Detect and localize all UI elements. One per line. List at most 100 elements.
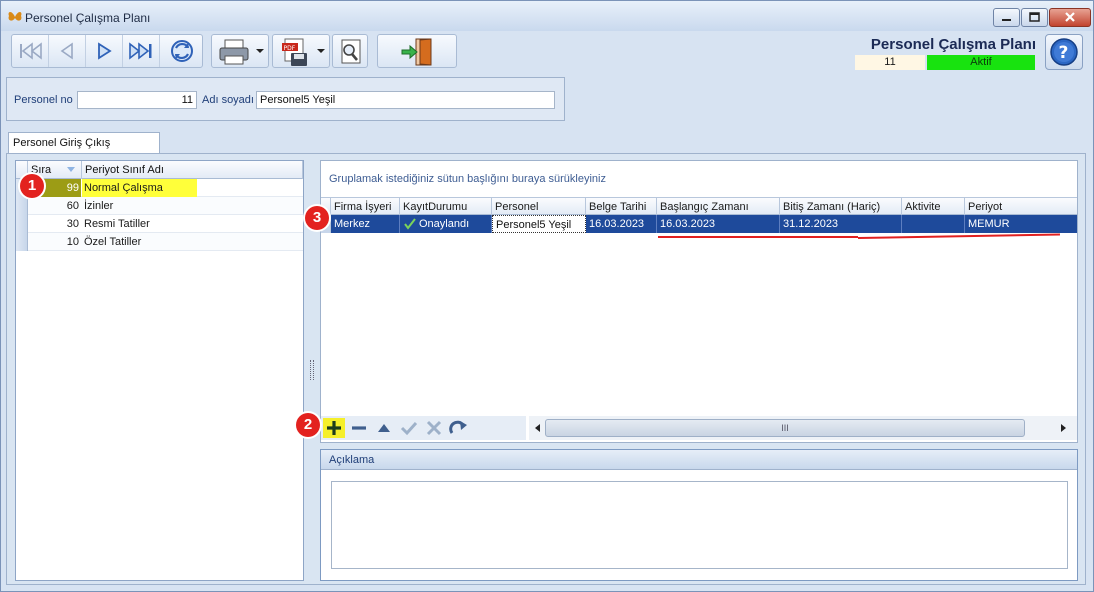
table-row[interactable]: 10 Özel Tatiller bbox=[16, 233, 303, 251]
redo-button[interactable] bbox=[448, 418, 470, 438]
panel-splitter[interactable] bbox=[310, 360, 314, 380]
baslangic-cell: 16.03.2023 bbox=[657, 215, 780, 233]
record-count: 11 bbox=[855, 55, 925, 70]
add-icon bbox=[327, 421, 341, 435]
column-header-periyot-sinif-adi[interactable]: Periyot Sınıf Adı bbox=[82, 161, 303, 179]
firma-cell: Merkez bbox=[331, 215, 400, 233]
scroll-left-icon bbox=[535, 424, 540, 432]
grid-navigator: III bbox=[321, 414, 1077, 442]
column-header-firma[interactable]: Firma İşyeri bbox=[331, 198, 400, 216]
personel-cell[interactable]: Personel5 Yeşil bbox=[492, 215, 586, 233]
scroll-right-icon bbox=[1061, 424, 1066, 432]
horizontal-scrollbar[interactable]: III bbox=[529, 416, 1077, 440]
periyot-cell: MEMUR bbox=[968, 218, 1010, 230]
minimize-button[interactable] bbox=[993, 8, 1020, 27]
pdf-export-icon: PDF bbox=[282, 38, 307, 66]
sira-cell: 60 bbox=[66, 200, 79, 212]
personel-no-field[interactable]: 11 bbox=[77, 91, 197, 109]
column-header-aktivite[interactable]: Aktivite bbox=[902, 198, 965, 216]
main-window: Personel Çalışma Planı PDF Personel Çalı… bbox=[0, 0, 1094, 592]
tab-personel-giris-cikis[interactable]: Personel Giriş Çıkış Hareketleri bbox=[8, 132, 160, 169]
exit-button[interactable] bbox=[377, 34, 457, 68]
column-header-bitis[interactable]: Bitiş Zamanı (Hariç) bbox=[780, 198, 902, 216]
personel-panel: Personel no 11 Adı soyadı Personel5 Yeşi… bbox=[6, 77, 565, 121]
previous-record-icon bbox=[60, 42, 73, 60]
cancel-button[interactable] bbox=[423, 418, 445, 438]
column-header-belge-tarihi[interactable]: Belge Tarihi bbox=[586, 198, 657, 216]
next-record-button[interactable] bbox=[86, 35, 123, 67]
table-row[interactable]: 99 Normal Çalışma bbox=[16, 179, 303, 197]
belge-tarihi-cell: 16.03.2023 bbox=[586, 215, 657, 233]
printer-icon bbox=[219, 39, 249, 65]
close-icon bbox=[1065, 12, 1075, 22]
annotation-underline bbox=[658, 236, 858, 238]
record-navigation-toolbar bbox=[11, 34, 203, 68]
name-field[interactable]: Personel5 Yeşil bbox=[256, 91, 555, 109]
hareket-grid: Gruplamak istediğiniz sütun başlığını bu… bbox=[320, 160, 1078, 443]
butterfly-app-icon bbox=[8, 12, 22, 21]
periyot-name-cell: İzinler bbox=[84, 200, 114, 212]
cancel-icon bbox=[426, 420, 442, 436]
confirm-button[interactable] bbox=[398, 418, 420, 438]
table-row[interactable]: 60 İzinler bbox=[16, 197, 303, 215]
column-header-kayit-durumu[interactable]: KayıtDurumu bbox=[400, 198, 492, 216]
periyot-name-cell: Özel Tatiller bbox=[84, 236, 142, 248]
previous-record-button[interactable] bbox=[49, 35, 86, 67]
svg-text:PDF: PDF bbox=[284, 45, 296, 52]
window-title: Personel Çalışma Planı bbox=[25, 11, 151, 25]
svg-text:?: ? bbox=[1059, 43, 1069, 63]
column-header-periyot[interactable]: Periyot bbox=[965, 198, 1077, 216]
hareket-grid-header: Firma İşyeri KayıtDurumu Personel Belge … bbox=[321, 197, 1077, 216]
move-up-button[interactable] bbox=[373, 418, 395, 438]
table-row[interactable]: Merkez Onaylandı Personel5 Yeşil 16.03.2… bbox=[321, 215, 1077, 233]
maximize-icon bbox=[1029, 12, 1040, 22]
minimize-icon bbox=[1002, 19, 1011, 21]
periyot-name-cell: Normal Çalışma bbox=[82, 179, 197, 197]
sira-cell: 10 bbox=[66, 236, 79, 248]
group-panel-hint[interactable]: Gruplamak istediğiniz sütun başlığını bu… bbox=[329, 173, 606, 185]
delete-button[interactable] bbox=[348, 418, 370, 438]
column-header-personel[interactable]: Personel bbox=[492, 198, 586, 216]
kayit-durumu-cell: Onaylandı bbox=[400, 215, 492, 233]
print-button[interactable] bbox=[211, 34, 269, 68]
first-record-button[interactable] bbox=[12, 35, 49, 67]
refresh-icon bbox=[170, 40, 193, 62]
print-preview-icon bbox=[341, 39, 361, 64]
add-button[interactable] bbox=[323, 418, 345, 438]
move-up-icon bbox=[378, 424, 390, 432]
row-indicator bbox=[16, 233, 28, 251]
periyot-grid: Sıra Periyot Sınıf Adı 99 Normal Çalışma… bbox=[15, 160, 304, 581]
aciklama-header: Açıklama bbox=[321, 450, 1077, 470]
scrollbar-thumb[interactable]: III bbox=[545, 419, 1025, 437]
refresh-button[interactable] bbox=[160, 35, 203, 67]
name-label: Adı soyadı bbox=[202, 94, 254, 106]
column-header-baslangic[interactable]: Başlangıç Zamanı bbox=[657, 198, 780, 216]
aciklama-textarea[interactable] bbox=[331, 481, 1068, 569]
maximize-button[interactable] bbox=[1021, 8, 1048, 27]
aktivite-cell bbox=[902, 215, 965, 233]
periyot-name-cell: Resmi Tatiller bbox=[84, 218, 150, 230]
print-preview-button[interactable] bbox=[332, 34, 368, 68]
sira-cell: 30 bbox=[66, 218, 79, 230]
annotation-badge-3: 3 bbox=[305, 206, 329, 230]
bitis-cell: 31.12.2023 bbox=[780, 215, 902, 233]
exit-door-icon bbox=[401, 38, 432, 66]
pdf-export-button[interactable]: PDF bbox=[272, 34, 330, 68]
row-indicator bbox=[16, 197, 28, 215]
close-button[interactable] bbox=[1049, 8, 1091, 27]
chevron-down-icon bbox=[317, 49, 325, 53]
sort-descending-icon bbox=[67, 167, 75, 172]
kayit-durumu-value: Onaylandı bbox=[419, 218, 470, 230]
status-badge: Aktif bbox=[927, 55, 1035, 70]
table-row[interactable]: 30 Resmi Tatiller bbox=[16, 215, 303, 233]
first-record-icon bbox=[20, 42, 42, 60]
help-icon: ? bbox=[1050, 38, 1078, 66]
confirm-icon bbox=[400, 421, 418, 436]
annotation-badge-2: 2 bbox=[296, 413, 320, 437]
row-indicator bbox=[16, 215, 28, 233]
last-record-button[interactable] bbox=[123, 35, 160, 67]
next-record-icon bbox=[98, 42, 112, 60]
form-title: Personel Çalışma Planı bbox=[870, 36, 1036, 53]
last-record-icon bbox=[129, 42, 152, 60]
help-button[interactable]: ? bbox=[1045, 34, 1083, 70]
